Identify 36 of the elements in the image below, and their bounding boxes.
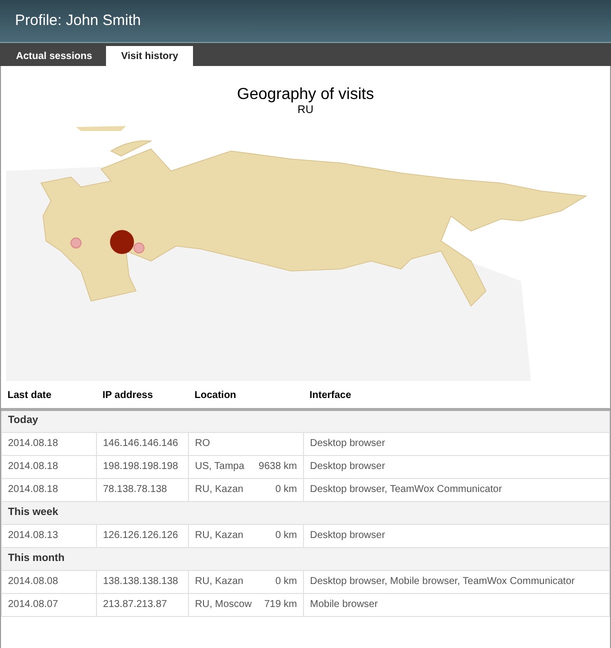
tab[interactable]: Visit history xyxy=(106,46,194,66)
table-cell: 2014.08.13 xyxy=(2,524,96,547)
table-cell: Desktop browser xyxy=(304,455,610,478)
distance-text: 719 km xyxy=(264,598,297,612)
table-cell: Desktop browser, Mobile browser, TeamWox Communicator xyxy=(304,570,610,593)
table-cell: Desktop browser xyxy=(304,524,610,547)
distance-text: 0 km xyxy=(275,529,297,543)
map-title: Geography of visits xyxy=(236,86,375,104)
table-cell: 213.87.213.87 xyxy=(96,593,188,616)
table-cell: 2014.08.18 xyxy=(2,478,96,501)
location-text: RU, Moscow xyxy=(195,599,252,610)
table-cell: 146.146.146.146 xyxy=(96,432,188,455)
table-cell: Desktop browser xyxy=(304,432,610,455)
group-label: Today xyxy=(2,409,610,432)
location-text: RU, Kazan xyxy=(195,484,244,495)
table-cell: Mobile browser xyxy=(304,593,610,616)
distance-text: 9638 km xyxy=(258,460,297,474)
table-cell: 78.138.78.138 xyxy=(96,478,188,501)
location-text: US, Tampa xyxy=(195,461,244,472)
location-text: RU, Kazan xyxy=(195,576,244,587)
location-text: RO xyxy=(195,438,210,449)
map-subtitle: RU xyxy=(296,104,314,117)
distance-text: 0 km xyxy=(275,483,297,497)
table-cell: 2014.08.18 xyxy=(2,455,96,478)
table-cell: 2014.08.07 xyxy=(2,593,96,616)
table-cell: 138.138.138.138 xyxy=(96,570,188,593)
table-cell: Desktop browser, TeamWox Communicator xyxy=(304,478,610,501)
location-text: RU, Kazan xyxy=(195,530,244,541)
distance-text: 0 km xyxy=(275,575,297,589)
window-title: Profile: John Smith xyxy=(15,10,141,31)
table-cell: 2014.08.18 xyxy=(2,432,96,455)
table-cell: 2014.08.08 xyxy=(2,570,96,593)
group-label: This week xyxy=(2,501,610,524)
table-cell: 126.126.126.126 xyxy=(96,524,188,547)
group-label: This month xyxy=(2,547,610,570)
table-cell: 198.198.198.198 xyxy=(96,455,188,478)
